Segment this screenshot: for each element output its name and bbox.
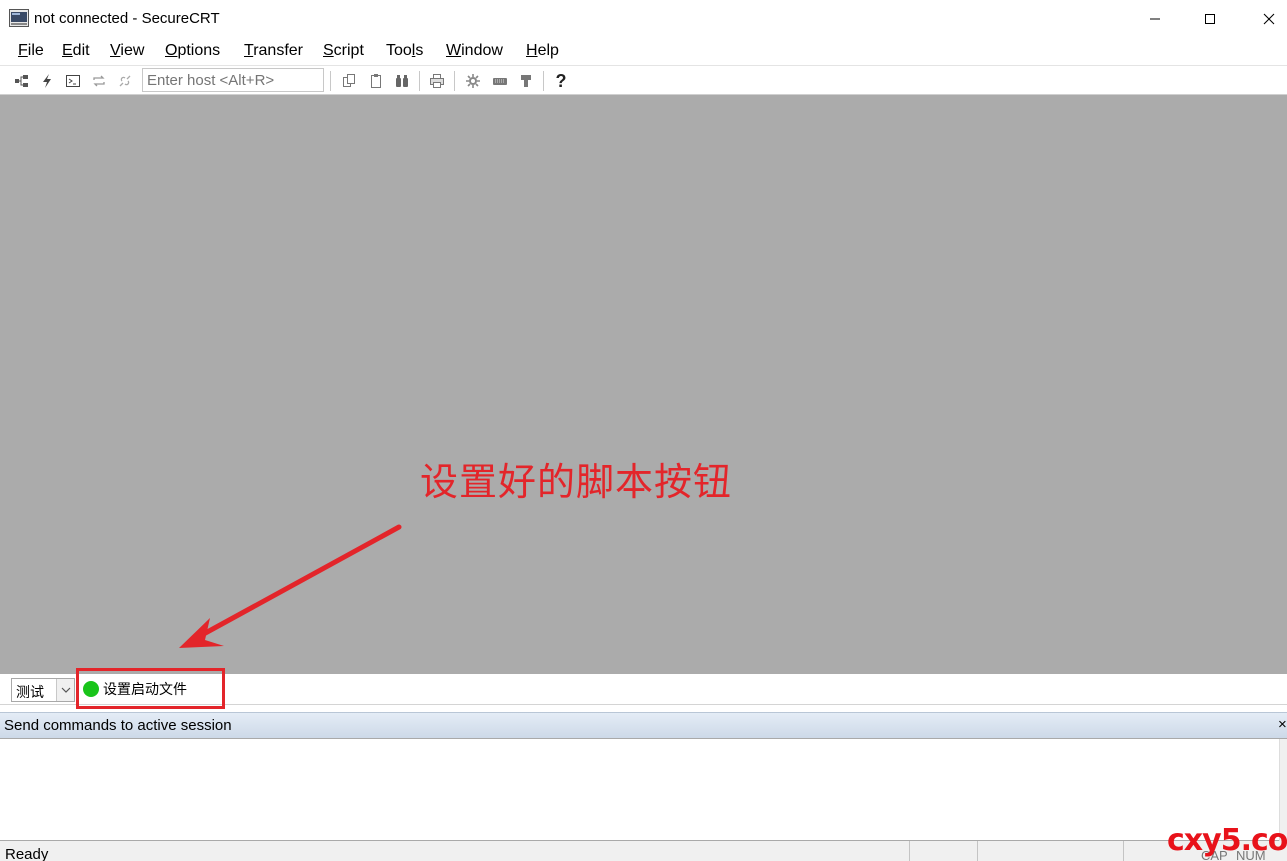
svg-text:?: ? bbox=[556, 72, 567, 90]
close-icon bbox=[1263, 13, 1275, 25]
button-bar-select-value: 测试 bbox=[16, 685, 44, 701]
disconnect-icon[interactable] bbox=[115, 71, 135, 91]
menu-tools[interactable]: Tools bbox=[386, 42, 423, 60]
menu-edit[interactable]: Edit bbox=[62, 42, 90, 60]
chevron-down-icon[interactable] bbox=[56, 679, 74, 701]
session-options-icon[interactable] bbox=[463, 71, 483, 91]
status-text: Ready bbox=[5, 846, 49, 861]
status-pane-divider bbox=[977, 841, 978, 861]
status-pane-divider bbox=[1123, 841, 1124, 861]
menu-file[interactable]: File bbox=[18, 42, 44, 60]
toolbar-separator bbox=[330, 71, 331, 91]
toolbar-separator bbox=[454, 71, 455, 91]
command-window-body bbox=[0, 738, 1287, 841]
paste-icon[interactable] bbox=[366, 71, 386, 91]
help-icon[interactable]: ? bbox=[551, 71, 571, 91]
toolbar-separator bbox=[543, 71, 544, 91]
quick-connect-icon[interactable] bbox=[37, 71, 57, 91]
maximize-button[interactable] bbox=[1181, 0, 1239, 38]
command-input[interactable] bbox=[1, 740, 1278, 840]
session-area[interactable]: 设置好的脚本按钮 bbox=[0, 95, 1287, 674]
menu-transfer[interactable]: Transfer bbox=[244, 42, 303, 60]
menu-view[interactable]: View bbox=[110, 42, 144, 60]
command-window-header: Send commands to active session × bbox=[0, 712, 1287, 738]
minimize-icon bbox=[1150, 18, 1160, 20]
status-pane-divider bbox=[909, 841, 910, 861]
menu-window[interactable]: Window bbox=[446, 42, 503, 60]
menu-bar: File Edit View Options Transfer Script T… bbox=[0, 38, 1287, 66]
connect-icon[interactable] bbox=[12, 71, 32, 91]
watermark: cxy5.com bbox=[1167, 823, 1287, 858]
reconnect-icon[interactable] bbox=[89, 71, 109, 91]
securecrt-app-icon bbox=[9, 9, 29, 27]
minimize-button[interactable] bbox=[1126, 0, 1184, 38]
maximize-icon bbox=[1205, 14, 1215, 24]
close-window-button[interactable] bbox=[1240, 0, 1287, 38]
keymap-icon[interactable] bbox=[490, 71, 510, 91]
menu-options[interactable]: Options bbox=[165, 42, 220, 60]
annotation-arrow bbox=[179, 524, 402, 648]
command-window-close-button[interactable]: × bbox=[1278, 716, 1287, 733]
host-input[interactable] bbox=[142, 68, 324, 92]
command-window-title: Send commands to active session bbox=[4, 717, 232, 734]
button-bar-select[interactable]: 测试 bbox=[11, 678, 75, 702]
toolbar: ? bbox=[0, 65, 1287, 95]
status-bar: Ready CAP NUM bbox=[0, 841, 1287, 861]
find-icon[interactable] bbox=[392, 71, 412, 91]
copy-icon[interactable] bbox=[339, 71, 359, 91]
window-title: not connected - SecureCRT bbox=[34, 10, 220, 27]
toolbar-separator bbox=[419, 71, 420, 91]
connect-in-tab-icon[interactable] bbox=[63, 71, 83, 91]
annotation-highlight-box bbox=[76, 668, 225, 709]
menu-script[interactable]: Script bbox=[323, 42, 364, 60]
button-bar: 测试 设置启动文件 bbox=[0, 668, 1287, 709]
menu-help[interactable]: Help bbox=[526, 42, 559, 60]
print-icon[interactable] bbox=[427, 71, 447, 91]
sftp-icon[interactable] bbox=[516, 71, 536, 91]
title-bar: not connected - SecureCRT bbox=[0, 0, 1287, 38]
